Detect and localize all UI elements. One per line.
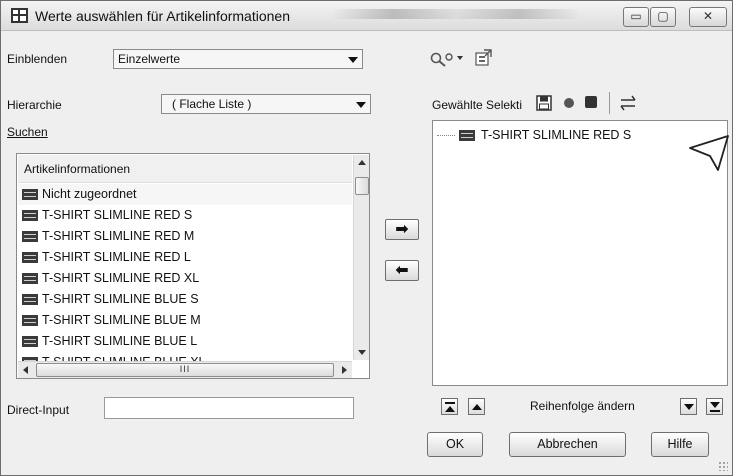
move-to-bottom-button[interactable] [706,398,723,415]
add-selection-button[interactable]: ➡ [385,219,419,240]
value-icon [22,315,38,326]
value-icon [22,210,38,221]
list-item[interactable]: T-SHIRT SLIMLINE RED XL [18,268,352,289]
value-icon [22,252,38,263]
dialog-app-icon [11,8,28,23]
square-icon [585,96,597,108]
value-icon [22,336,38,347]
list-item[interactable]: T-SHIRT SLIMLINE BLUE L [18,331,352,352]
direct-input-label: Direct-Input [7,403,70,417]
hierarchie-value: ( Flache Liste ) [172,97,252,111]
einblenden-value: Einzelwerte [118,52,181,66]
move-down-button[interactable] [680,398,697,415]
save-icon [536,95,552,111]
selected-item[interactable]: T-SHIRT SLIMLINE RED S [437,125,631,145]
selected-item-label: T-SHIRT SLIMLINE RED S [481,128,632,142]
wrench-gear-icon [430,52,463,67]
reorder-label: Reihenfolge ändern [530,399,635,413]
list-item-label: T-SHIRT SLIMLINE RED M [42,229,195,243]
window-title: Werte auswählen für Artikelinformationen [35,8,290,24]
triangle-down-icon [684,404,694,410]
chevron-down-icon [348,57,358,63]
ok-button[interactable]: OK [427,432,483,457]
move-up-button[interactable] [468,398,485,415]
move-to-top-button[interactable] [441,398,458,415]
list-item-label: T-SHIRT SLIMLINE RED XL [42,271,200,285]
available-values-list[interactable]: Artikelinformationen Nicht zugeordnet T-… [16,153,370,379]
maximize-button[interactable]: ▢ [650,7,676,27]
export-icon [475,49,492,66]
hierarchie-label: Hierarchie [7,98,62,112]
mouse-cursor-icon [689,135,729,171]
tools-menu-button[interactable] [429,49,467,67]
list-item-label: T-SHIRT SLIMLINE BLUE M [42,313,201,327]
einblenden-label: Einblenden [7,52,68,66]
stop-button[interactable] [584,95,598,109]
scroll-thumb[interactable] [355,177,369,195]
triangle-up-icon [472,404,482,410]
title-bar: Werte auswählen für Artikelinformationen… [1,1,732,31]
value-icon [22,189,38,200]
scroll-up-icon[interactable] [354,155,370,171]
value-icon [459,130,475,142]
toolbar-divider [609,92,610,114]
value-icon [22,273,38,284]
list-item[interactable]: Nicht zugeordnet [18,184,352,205]
record-button[interactable] [562,96,576,110]
list-items-container: Nicht zugeordnet T-SHIRT SLIMLINE RED S … [18,184,352,373]
scroll-down-icon[interactable] [354,344,370,360]
list-item-label: Nicht zugeordnet [42,187,137,201]
selected-values-list[interactable]: T-SHIRT SLIMLINE RED S [432,120,729,386]
selection-label: Gewählte Selekti [432,98,523,112]
chevron-down-icon [356,102,366,108]
vertical-scrollbar[interactable] [353,155,369,360]
list-item[interactable]: T-SHIRT SLIMLINE RED L [18,247,352,268]
blurred-title-area [331,9,581,19]
hierarchie-dropdown[interactable]: ( Flache Liste ) [161,94,371,114]
save-selection-button[interactable] [536,95,552,111]
list-item-label: T-SHIRT SLIMLINE RED L [42,250,191,264]
scroll-right-icon[interactable] [336,362,352,378]
export-button[interactable] [474,48,494,66]
resize-grip-icon[interactable] [718,461,728,471]
list-item[interactable]: T-SHIRT SLIMLINE BLUE S [18,289,352,310]
list-item-label: T-SHIRT SLIMLINE BLUE S [42,292,199,306]
circle-icon [564,98,574,108]
horizontal-scrollbar[interactable]: III [18,361,352,378]
list-item-label: T-SHIRT SLIMLINE RED S [42,208,193,222]
tree-connector [437,135,455,137]
triangle-down-icon [710,402,720,408]
list-item[interactable]: T-SHIRT SLIMLINE RED S [18,205,352,226]
value-icon [22,294,38,305]
move-bottom-icon [710,410,720,412]
suchen-link[interactable]: Suchen [7,125,48,139]
value-icon [22,231,38,242]
remove-selection-button[interactable]: ⬅ [385,260,419,281]
scroll-thumb[interactable]: III [36,363,334,377]
list-item[interactable]: T-SHIRT SLIMLINE BLUE M [18,310,352,331]
swap-arrows-icon [620,95,636,111]
direct-input-field[interactable] [104,397,354,419]
move-top-icon [445,402,455,404]
swap-order-button[interactable] [618,93,638,113]
cancel-button[interactable]: Abbrechen [509,432,626,457]
close-button[interactable]: ✕ [689,7,727,27]
triangle-up-icon [445,406,455,412]
minimize-button[interactable]: ▭ [623,7,649,27]
list-item[interactable]: T-SHIRT SLIMLINE RED M [18,226,352,247]
list-item-label: T-SHIRT SLIMLINE BLUE L [42,334,198,348]
list-header: Artikelinformationen [18,155,352,183]
help-button[interactable]: Hilfe [651,432,709,457]
einblenden-dropdown[interactable]: Einzelwerte [113,49,363,69]
dialog-window: Werte auswählen für Artikelinformationen… [0,0,733,476]
scroll-left-icon[interactable] [18,362,34,378]
